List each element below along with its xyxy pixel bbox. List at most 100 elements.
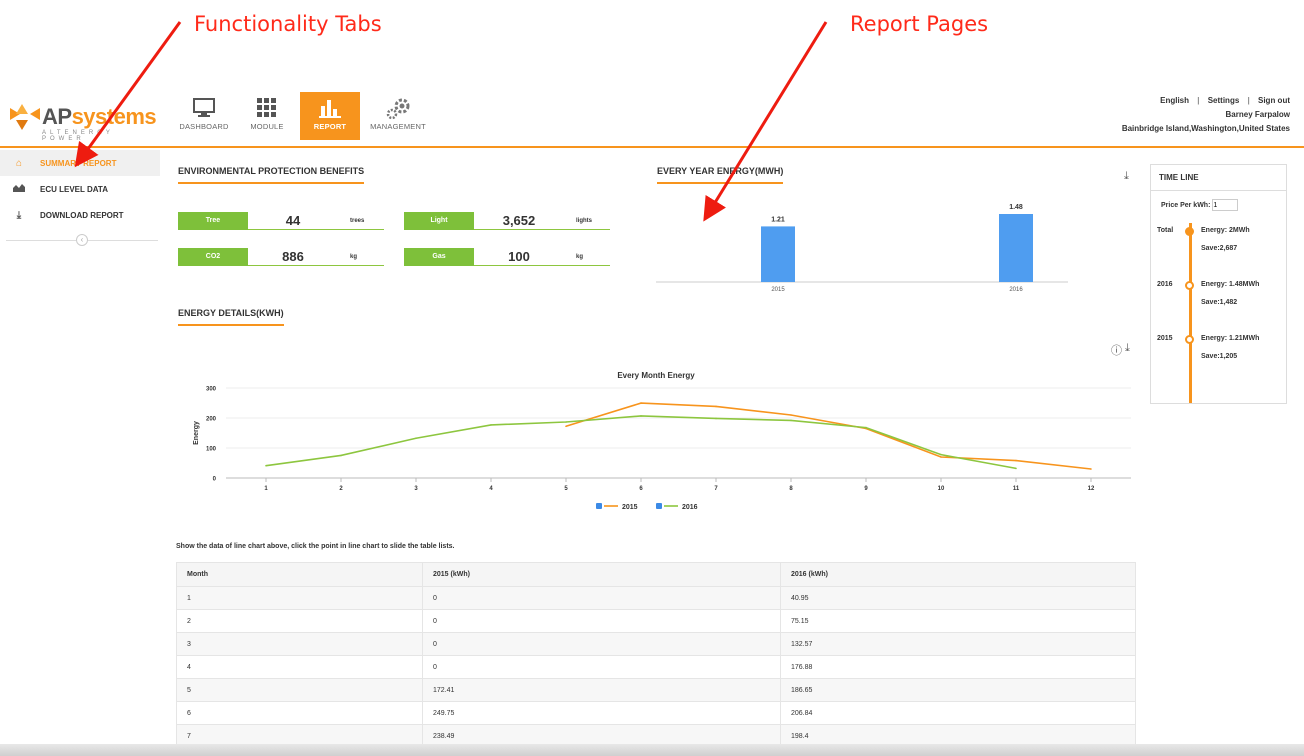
table-cell: 1: [176, 586, 423, 610]
month-chart-download-icon[interactable]: ⤓: [1125, 342, 1130, 355]
table-row[interactable]: 5 172.41 186.65: [176, 678, 1136, 702]
sidebar-item-ecu-level-data[interactable]: ECU LEVEL DATA: [0, 176, 160, 202]
collapse-circle-icon[interactable]: ‹: [76, 234, 88, 246]
table-cell: 0: [422, 655, 781, 679]
x-tick-label: 8: [789, 486, 793, 492]
price-label: Price Per kWh:: [1161, 201, 1211, 209]
timeline-dot-icon: [1185, 227, 1194, 236]
sidebar-item-download-report[interactable]: ⤓ DOWNLOAD REPORT: [0, 202, 160, 228]
table-row[interactable]: 1 0 40.95: [176, 586, 1136, 610]
logo-systems: systems: [71, 104, 157, 129]
x-tick-label: 2016: [1009, 287, 1023, 293]
timeline-save: Save:1,482: [1201, 299, 1238, 306]
env-benefits-title: ENVIRONMENTAL PROTECTION BENEFITS: [178, 166, 365, 184]
settings-link[interactable]: Settings: [1208, 96, 1240, 105]
logo-ap: AP: [42, 104, 72, 129]
x-tick-label: 1: [264, 486, 268, 492]
tab-dashboard[interactable]: DASHBOARD: [174, 92, 234, 140]
x-tick-label: 11: [1013, 486, 1020, 492]
table-header-row: Month 2015 (kWh) 2016 (kWh): [176, 562, 1136, 587]
sidebar-item-summary-report[interactable]: ⌂ SUMMARY REPORT: [0, 150, 160, 176]
timeline-energy: Energy: 1.48MWh: [1201, 281, 1260, 288]
logo-tagline: ALTENERGY POWER: [42, 130, 114, 142]
sidebar-item-label: DOWNLOAD REPORT: [40, 210, 124, 220]
table-cell: 5: [176, 678, 423, 702]
y-tick-label: 0: [213, 477, 217, 483]
table-cell: 172.41: [422, 678, 781, 702]
data-point: [490, 424, 492, 426]
benefit-tree-unit: trees: [350, 217, 365, 224]
y-tick-label: 300: [206, 387, 217, 393]
chart-title: Every Month Energy: [617, 371, 695, 380]
data-point: [565, 421, 567, 423]
table-cell: 0: [422, 632, 781, 656]
x-tick-label: 12: [1088, 486, 1095, 492]
year-chart-download-icon[interactable]: ⤓: [1124, 170, 1129, 183]
table-cell: 206.84: [780, 701, 1136, 725]
data-point: [640, 415, 642, 417]
benefit-tree: Tree 44 trees: [178, 211, 384, 230]
timeline-energy: Energy: 1.21MWh: [1201, 335, 1260, 342]
benefit-gas-value: 100: [508, 249, 530, 264]
table-row[interactable]: 6 249.75 206.84: [176, 701, 1136, 725]
series-line-2015: [565, 402, 1092, 470]
benefit-light: Light 3,652 lights: [404, 211, 610, 230]
benefit-tree-label: Tree: [178, 211, 248, 230]
data-point: [1015, 459, 1017, 462]
language-link[interactable]: English: [1160, 96, 1189, 105]
user-name: Barney Farpalow: [1225, 110, 1290, 119]
legend-label: 2015: [622, 504, 638, 511]
benefit-co2-value: 886: [282, 249, 304, 264]
data-point: [1015, 467, 1017, 470]
benefit-gas: Gas 100 kg: [404, 247, 610, 266]
apsystems-logo[interactable]: APsystems ALTENERGY POWER: [8, 98, 157, 142]
benefit-light-unit: lights: [576, 217, 592, 224]
benefit-light-value: 3,652: [502, 213, 536, 228]
table-cell: 6: [176, 701, 423, 725]
table-cell: 0: [422, 586, 781, 610]
sidebar-item-label: ECU LEVEL DATA: [40, 184, 109, 194]
benefit-co2-unit: kg: [350, 253, 358, 260]
table-row[interactable]: 2 0 75.15: [176, 609, 1136, 633]
help-icon[interactable]: ⓘ: [1111, 342, 1122, 358]
monitor-icon: [193, 98, 215, 117]
tab-management[interactable]: MANAGEMENT: [363, 92, 433, 140]
timeline-title: TIME LINE: [1151, 165, 1286, 191]
table-cell: 249.75: [422, 701, 781, 725]
data-point: [340, 454, 342, 457]
timeline-year: Total: [1157, 227, 1174, 234]
sidebar-item-label: SUMMARY REPORT: [40, 158, 117, 168]
benefit-tree-value: 44: [285, 213, 301, 228]
signout-link[interactable]: Sign out: [1258, 96, 1290, 105]
price-input[interactable]: [1212, 199, 1239, 211]
tab-report-label: REPORT: [313, 122, 347, 131]
x-tick-label: 2015: [771, 287, 785, 293]
tab-management-label: MANAGEMENT: [370, 122, 426, 131]
functionality-tabs: DASHBOARD MODULE REPORT MANAGEMENT: [174, 92, 436, 140]
sidebar-collapse[interactable]: ‹: [0, 230, 160, 250]
tab-module[interactable]: MODULE: [237, 92, 297, 140]
x-tick-label: 7: [714, 486, 718, 492]
data-point: [715, 405, 717, 408]
data-point: [265, 464, 267, 467]
table-cell: 132.57: [780, 632, 1136, 656]
timeline-line: [1189, 223, 1192, 403]
legend-checkbox-icon: [656, 503, 662, 509]
table-row[interactable]: 4 0 176.88: [176, 655, 1136, 679]
data-point: [790, 419, 792, 422]
timeline-dot-icon: [1185, 281, 1194, 290]
timeline-year: 2015: [1157, 335, 1173, 342]
bar: [761, 226, 795, 282]
table-row[interactable]: 3 0 132.57: [176, 632, 1136, 656]
x-tick-label: 5: [564, 486, 568, 492]
data-point: [940, 456, 942, 458]
tab-report[interactable]: REPORT: [300, 92, 360, 140]
timeline-year: 2016: [1157, 281, 1173, 288]
table-note: Show the data of line chart above, click…: [176, 543, 455, 550]
user-location: Bainbridge Island,Washington,United Stat…: [1121, 124, 1290, 133]
y-tick-label: 200: [206, 417, 217, 423]
area-chart-icon: [12, 183, 26, 195]
tab-module-label: MODULE: [250, 122, 284, 131]
benefit-gas-label: Gas: [404, 247, 474, 266]
sidebar: ⌂ SUMMARY REPORT ECU LEVEL DATA ⤓ DOWNLO…: [0, 150, 160, 250]
